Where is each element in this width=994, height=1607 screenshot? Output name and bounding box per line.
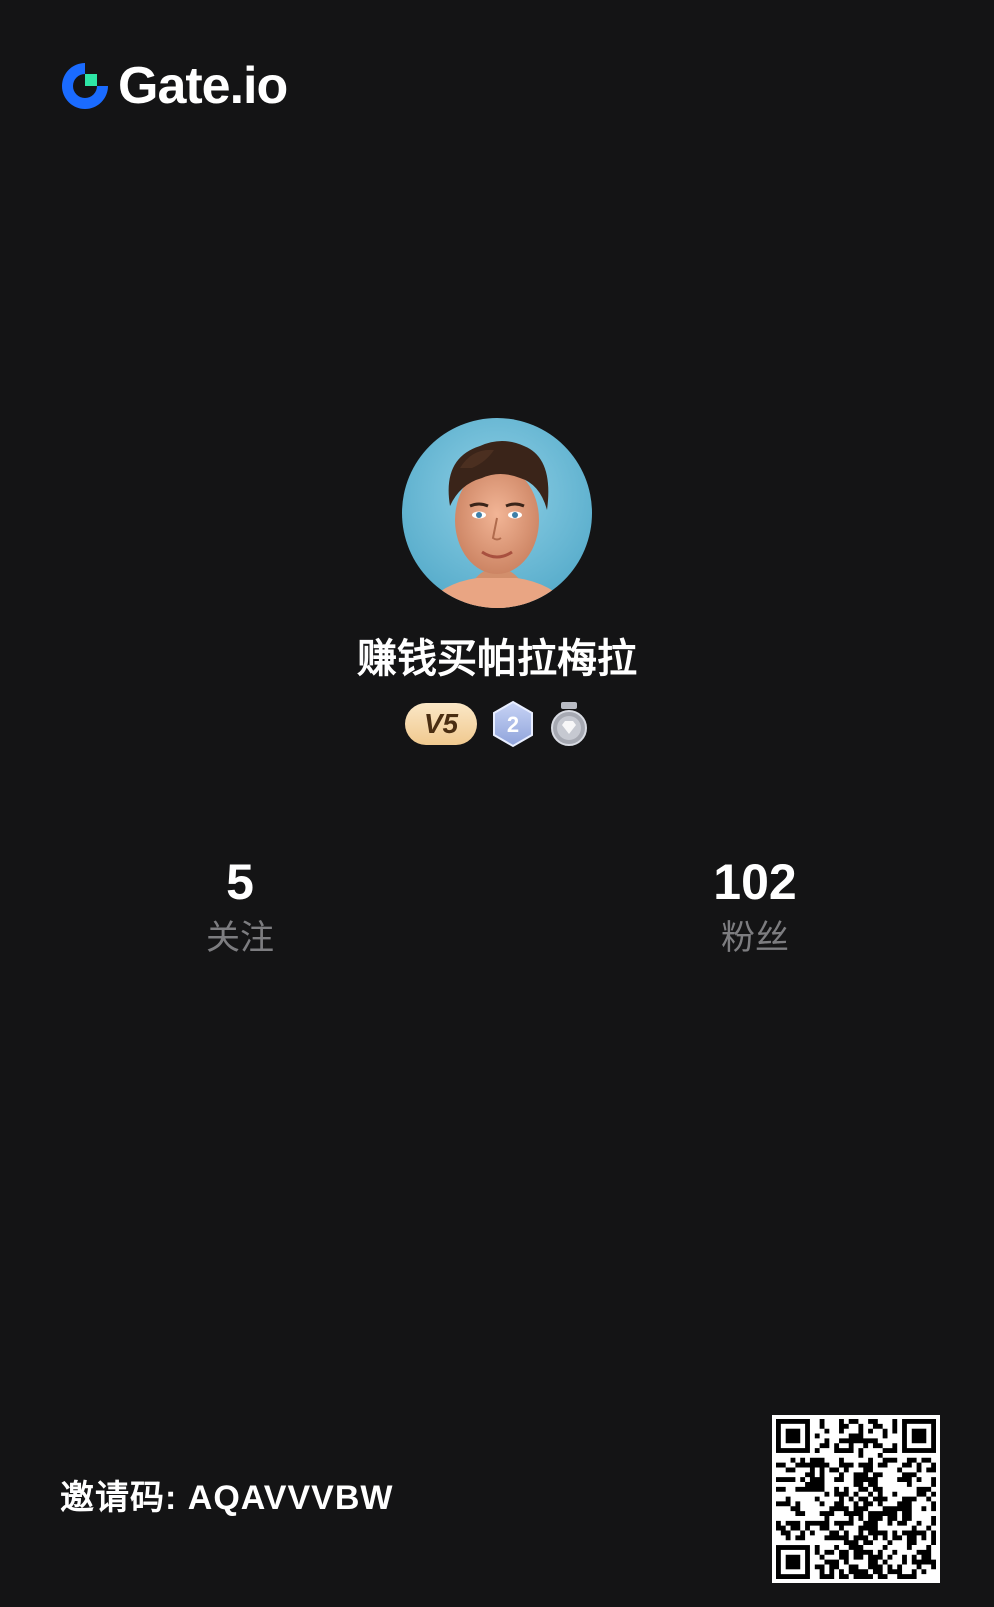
invite-code: 邀请码: AQAVVVBW: [60, 1479, 394, 1517]
gate-logo-icon: [62, 63, 108, 109]
qr-code: [772, 1415, 940, 1583]
share-card: Gate.io 赚钱买帕拉梅拉 V5 2 5 关注 102 粉丝 邀请码: AQ…: [0, 0, 994, 1607]
followers-count: 102: [713, 854, 797, 910]
following-count: 5: [226, 854, 254, 910]
user-avatar[interactable]: [402, 418, 592, 608]
following-label: 关注: [206, 919, 274, 957]
diamond-medal-icon[interactable]: [549, 700, 589, 748]
brand-logo: Gate.io: [58, 57, 288, 115]
vip-level-badge[interactable]: V5: [405, 703, 477, 745]
svg-text:2: 2: [507, 712, 519, 737]
badge-row: V5 2: [0, 700, 994, 748]
stat-following[interactable]: 5 关注: [90, 852, 390, 962]
followers-label: 粉丝: [721, 919, 789, 957]
level-hexagon-icon[interactable]: 2: [491, 700, 535, 748]
username: 赚钱买帕拉梅拉: [357, 637, 637, 681]
brand-name: Gate.io: [118, 57, 288, 115]
stat-followers[interactable]: 102 粉丝: [605, 852, 905, 962]
